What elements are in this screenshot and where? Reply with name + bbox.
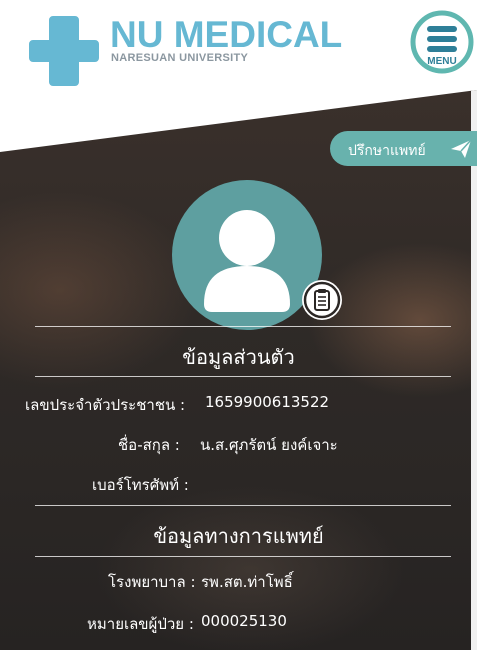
patient-number-value: 000025130 — [201, 612, 287, 630]
full-name-label: ชื่อ-สกุล : — [118, 436, 180, 454]
medical-section-title: ข้อมูลทางการแพทย์ — [153, 524, 324, 548]
phone-label: เบอร์โทรศัพท์ : — [92, 476, 189, 494]
divider — [35, 326, 451, 327]
profile-panel: ปรึกษาแพทย์ ข้อมูลส่วนตัว เลขประจำตัวประ… — [0, 90, 477, 650]
divider — [35, 556, 451, 557]
logo-subtitle: NARESUAN UNIVERSITY — [111, 52, 249, 64]
edit-profile-button[interactable] — [302, 280, 342, 320]
personal-section-title: ข้อมูลส่วนตัว — [182, 345, 295, 369]
paper-plane-icon — [451, 139, 472, 158]
hamburger-menu-icon — [410, 10, 474, 74]
user-avatar-icon — [204, 210, 290, 312]
medical-cross-icon — [29, 16, 99, 86]
logo-title: NU MEDICAL — [110, 14, 343, 55]
menu-label: MENU — [427, 56, 457, 67]
national-id-value: 1659900613522 — [205, 393, 330, 411]
hospital-label: โรงพยาบาล : — [108, 573, 196, 591]
patient-number-label: หมายเลขผู้ป่วย : — [87, 615, 194, 633]
hospital-value: รพ.สต.ท่าโพธิ์ — [201, 573, 293, 591]
menu-button[interactable]: MENU — [410, 6, 474, 82]
national-id-label: เลขประจำตัวประชาชน : — [25, 396, 186, 414]
full-name-value: น.ส.ศุภรัตน์ ยงค์เจาะ — [200, 436, 338, 454]
clipboard-icon — [303, 281, 341, 319]
consult-doctor-label: ปรึกษาแพทย์ — [348, 143, 426, 159]
divider — [35, 505, 451, 506]
consult-doctor-button[interactable]: ปรึกษาแพทย์ — [330, 131, 477, 166]
user-avatar — [172, 180, 322, 330]
divider — [35, 376, 451, 377]
app-header: NU MEDICAL NARESUAN UNIVERSITY MENU — [0, 0, 477, 100]
